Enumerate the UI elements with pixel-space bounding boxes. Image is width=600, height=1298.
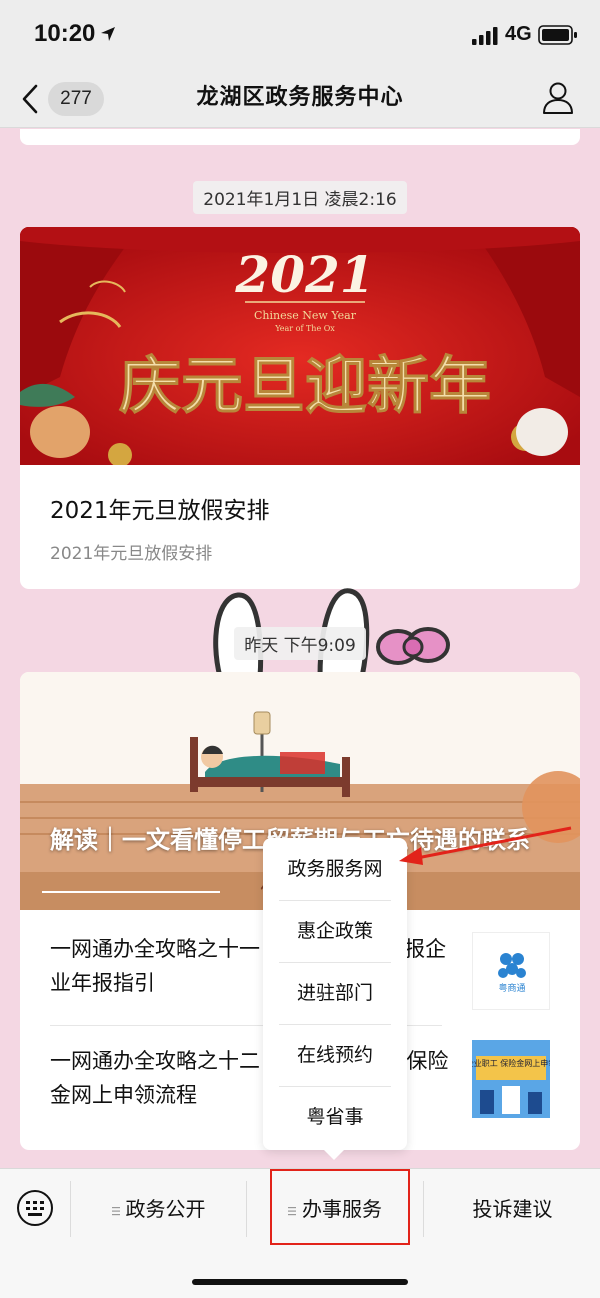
article-description: 2021年元旦放假安排 [50, 544, 213, 564]
status-time: 10:20 [34, 20, 96, 47]
profile-icon[interactable] [540, 80, 576, 116]
chevron-left-icon [22, 84, 38, 114]
tab-gov-affairs-open[interactable]: 政务公开 [72, 1183, 245, 1235]
menu-lines-icon [111, 1206, 120, 1215]
keyboard-toggle-icon[interactable] [16, 1189, 54, 1227]
svg-text:企业职工 保险金网上申领: 企业职工 保险金网上申领 [472, 1058, 550, 1068]
menu-item-gov-service-website[interactable]: 政务服务网 [279, 838, 391, 900]
banner-english-sub-text: Year of The Ox [274, 324, 335, 333]
tab-complaints[interactable]: 投诉建议 [425, 1183, 600, 1235]
menu-item-enterprise-policy[interactable]: 惠企政策 [279, 900, 391, 962]
tab-divider [70, 1181, 71, 1237]
tab-divider [423, 1181, 424, 1237]
network-type: 4G [505, 23, 532, 45]
banner-english-text: Chinese New Year [254, 309, 357, 322]
yueshangtong-logo-icon: 粤商通 [498, 953, 526, 994]
previous-message-card[interactable] [20, 129, 580, 145]
article-title: 2021年元旦放假安排 [50, 498, 270, 524]
tab-divider [246, 1181, 247, 1237]
list-item-thumbnail: 企业职工 保险金网上申领 [472, 1040, 550, 1118]
status-bar: 10:20 4G [0, 0, 600, 70]
annotation-arrow-icon [399, 826, 572, 865]
article-card-new-year[interactable]: 2021 Chinese New Year Year of The Ox 庆元旦… [20, 227, 580, 589]
bottom-menu-bar: 政务公开 办事服务 投诉建议 [0, 1168, 600, 1298]
new-year-banner-art: 2021 Chinese New Year Year of The Ox 庆元旦… [20, 227, 580, 467]
message-timestamp: 昨天 下午9:09 [0, 627, 600, 660]
home-indicator[interactable] [192, 1279, 408, 1285]
banner-slogan-text: 庆元旦迎新年 [119, 349, 491, 422]
popup-pointer [322, 1148, 346, 1160]
location-arrow-icon [101, 27, 115, 41]
popup-submenu: 政务服务网 惠企政策 进驻部门 在线预约 粤省事 [263, 838, 407, 1150]
menu-item-departments[interactable]: 进驻部门 [279, 962, 391, 1024]
menu-item-yueshengshi[interactable]: 粤省事 [279, 1086, 391, 1148]
message-timestamp: 2021年1月1日 凌晨2:16 [0, 181, 600, 214]
tab-label: 投诉建议 [472, 1197, 553, 1221]
battery-icon [538, 25, 577, 45]
signal-strength-icon [472, 27, 498, 45]
unread-count-badge: 277 [48, 82, 104, 116]
svg-text:粤商通: 粤商通 [498, 982, 525, 994]
tab-label: 政务公开 [125, 1197, 206, 1221]
nav-bar: 龙湖区政务服务中心 277 [0, 70, 600, 128]
menu-item-online-appointment[interactable]: 在线预约 [279, 1024, 391, 1086]
unemployment-benefit-thumb-icon: 企业职工 保险金网上申领 [472, 1040, 550, 1118]
banner-year-text: 2021 [234, 245, 374, 304]
highlight-annotation-box [270, 1169, 410, 1245]
list-item-thumbnail: 粤商通 [472, 932, 550, 1010]
back-button[interactable]: 277 [20, 80, 110, 118]
new-year-banner-image: 2021 Chinese New Year Year of The Ox 庆元旦… [20, 227, 580, 467]
chat-area[interactable]: 2021年1月1日 凌晨2:16 2021 Chinese New Year Y… [0, 129, 600, 1169]
